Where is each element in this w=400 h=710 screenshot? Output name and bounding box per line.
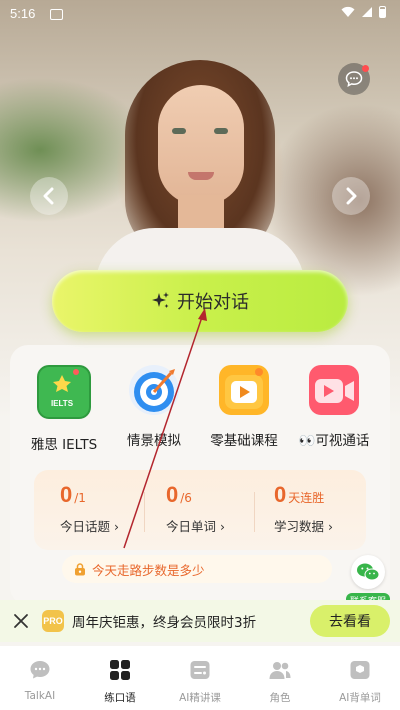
feature-video-call-label: 👀可视通话 [298,433,370,449]
wifi-icon [341,6,355,17]
start-conversation-button[interactable]: 开始对话 [52,270,348,332]
chat-bubble-icon [345,71,363,87]
feature-ielts[interactable]: IELTS 雅思 IELTS [18,365,110,453]
video-camera-icon [309,365,359,415]
previous-character-button[interactable] [30,177,68,215]
stat-learning-label: 学习数据 › [274,519,333,534]
feature-ielts-label: 雅思 IELTS [30,437,98,453]
stat-words-total: /6 [180,491,192,505]
chevron-right-icon [346,187,357,205]
feature-beginner-course-label: 零基础课程 [210,433,278,449]
feature-scenario-label: 情景模拟 [127,433,181,449]
portrait-mouth [188,172,214,180]
gallery-icon [50,9,63,20]
signal-icon [362,7,372,17]
portrait-face [158,85,244,205]
tab-practice-speaking-label: 练口语 [104,692,136,704]
start-conversation-label: 开始对话 [177,292,249,313]
tab-ai-vocabulary[interactable]: AI背单词 [320,646,400,710]
close-icon[interactable] [12,612,30,630]
feature-scenario[interactable]: 情景模拟 [108,365,200,449]
lock-tip-icon [75,562,85,575]
tab-talkai-label: TalkAI [24,690,56,702]
next-character-button[interactable] [332,177,370,215]
status-icons [341,6,386,18]
daily-stats-card: 0/1 今日话题 › 0/6 今日单词 › 0 天连胜 学习数据 › [34,470,366,550]
status-time: 5:16 [10,6,36,21]
customer-service-button[interactable]: 联系客服 [342,555,394,608]
notification-dot [362,65,369,72]
topic-tip[interactable]: 今天走路步数是多少 [62,555,332,583]
chevron-left-icon [43,187,54,205]
stat-words-value: 0 [166,482,179,507]
stat-today-words[interactable]: 0/6 今日单词 › [166,482,276,535]
stat-topics-label: 今日话题 › [60,519,119,534]
promo-banner: PRO 周年庆钜惠，终身会员限时3折 去看看 [0,600,400,642]
ielts-icon-text: IELTS [50,399,74,408]
stat-divider [144,492,145,532]
stat-words-label: 今日单词 › [166,519,225,534]
chat-tab-icon [30,661,50,679]
stat-streak-unit: 天连胜 [288,491,325,505]
pro-badge: PRO [42,610,64,632]
grid-tab-icon [110,660,130,680]
tab-roles[interactable]: 角色 [240,646,320,710]
target-icon [129,365,179,415]
stat-today-topics[interactable]: 0/1 今日话题 › [60,482,170,535]
stat-divider [254,492,255,532]
promo-text: 周年庆钜惠，终身会员限时3折 [72,615,257,631]
portrait-eye-left [172,128,186,134]
tab-ai-course-label: AI精讲课 [179,692,221,704]
sparkle-icon [152,292,169,308]
stat-learning-data[interactable]: 0 天连胜 学习数据 › [274,482,384,535]
stat-topics-total: /1 [74,491,86,505]
wechat-icon [357,563,380,581]
promo-view-button[interactable]: 去看看 [310,605,390,637]
feature-video-call[interactable]: 👀可视通话 [288,365,380,449]
tab-ai-course[interactable]: AI精讲课 [160,646,240,710]
tab-ai-vocabulary-label: AI背单词 [339,692,381,704]
status-bar: 5:16 [0,0,400,28]
message-button[interactable] [338,63,370,95]
feature-beginner-course[interactable]: 零基础课程 [198,365,290,449]
tab-talkai[interactable]: TalkAI [0,646,80,710]
battery-icon [379,6,386,18]
play-course-icon [219,365,269,415]
course-tab-icon [190,661,210,679]
vocabulary-tab-icon [350,661,370,679]
ielts-book-icon: IELTS [37,365,91,419]
tab-practice-speaking[interactable]: 练口语 [80,646,160,710]
portrait-eye-right [214,128,228,134]
stat-streak-value: 0 [274,482,287,507]
tab-roles-label: 角色 [269,692,291,704]
bottom-tab-bar: TalkAI 练口语 AI精讲课 角色 AI背单词 [0,646,400,710]
tip-text: 今天走路步数是多少 [92,562,205,578]
people-tab-icon [269,662,291,679]
stat-topics-value: 0 [60,482,73,507]
